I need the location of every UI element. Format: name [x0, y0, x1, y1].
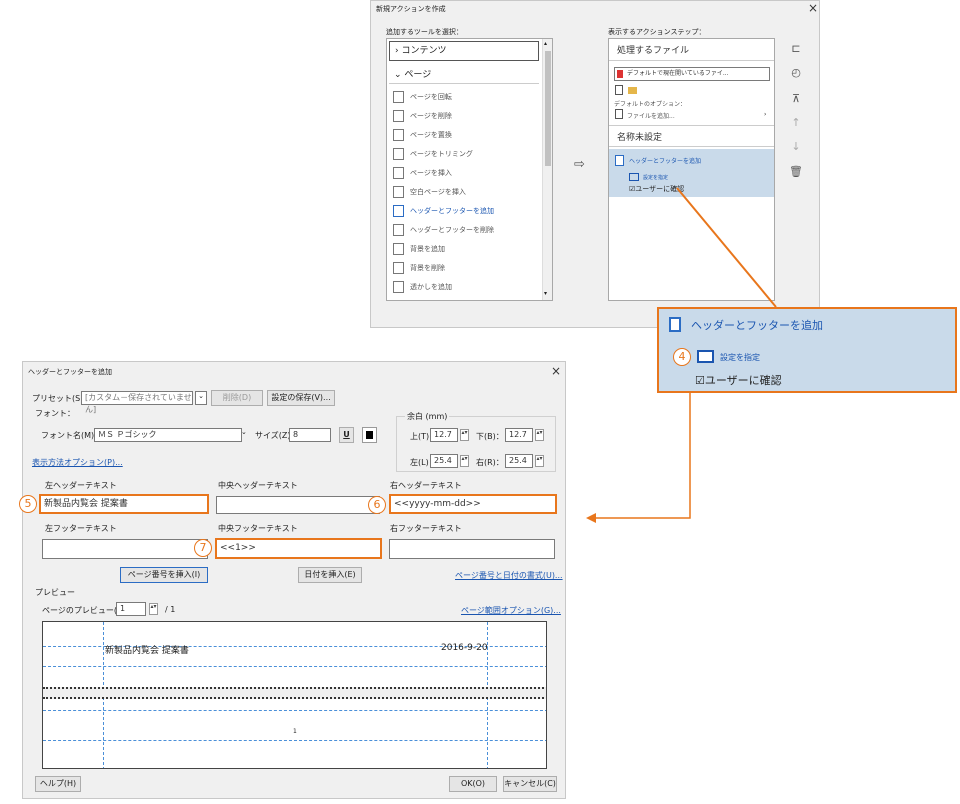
guide-line: [43, 666, 546, 667]
step-marker-5: 5: [19, 495, 37, 513]
dialog-title: ヘッダーとフッターを追加: [28, 368, 112, 376]
right-margin-label: 右(R)：: [476, 458, 504, 467]
left-margin-label: 左(L): [410, 458, 429, 467]
guide-line: [43, 710, 546, 711]
callout-prompt: ☑ユーザーに確認: [695, 374, 782, 387]
right-margin-input[interactable]: 25.4: [505, 454, 533, 468]
page-preview-spinner[interactable]: ▴▾: [149, 603, 158, 615]
chevron-down-icon[interactable]: ⌄: [195, 391, 207, 405]
page-total: / 1: [165, 605, 176, 614]
top-margin-label: 上(T): [410, 432, 430, 441]
close-icon[interactable]: ×: [551, 364, 561, 378]
center-header-label: 中央ヘッダーテキスト: [218, 481, 298, 490]
insert-page-number-button[interactable]: ページ番号を挿入(I): [120, 567, 208, 583]
left-margin-spinner[interactable]: ▴▾: [460, 455, 469, 467]
step-marker-6: 6: [368, 496, 386, 514]
margin-label: 余白 (mm): [405, 411, 450, 422]
preview-area: 新製品内覧会 提案書 2016-9-20 1: [42, 621, 547, 769]
display-options-link[interactable]: 表示方法オプション(P)...: [32, 457, 123, 468]
preview-footer-center: 1: [293, 728, 297, 735]
top-margin-spinner[interactable]: ▴▾: [460, 429, 469, 441]
right-footer-label: 右フッターテキスト: [390, 524, 462, 533]
center-header-input[interactable]: [216, 496, 380, 514]
right-margin-spinner[interactable]: ▴▾: [535, 455, 544, 467]
right-header-input[interactable]: <<yyyy-mm-dd>>: [389, 494, 557, 514]
font-name-label: フォント名(M)：: [41, 431, 103, 440]
left-header-input[interactable]: 新製品内覧会 提案書: [39, 494, 209, 514]
bottom-margin-spinner[interactable]: ▴▾: [535, 429, 544, 441]
page-date-format-link[interactable]: ページ番号と日付の書式(U)...: [455, 570, 563, 581]
callout-zoom: ヘッダーとフッターを追加 4 設定を指定 ☑ユーザーに確認: [657, 307, 957, 393]
left-footer-label: 左フッターテキスト: [45, 524, 117, 533]
page-preview-label: ページのプレビュー(E): [42, 606, 126, 615]
page-break: [43, 687, 546, 699]
preset-select[interactable]: [カスタム－保存されていません]: [81, 391, 193, 414]
bottom-margin-label: 下(B)：: [476, 432, 504, 441]
right-footer-input[interactable]: [389, 539, 555, 559]
cancel-button[interactable]: キャンセル(C): [503, 776, 557, 792]
save-settings-button[interactable]: 設定の保存(V)...: [267, 390, 335, 406]
delete-button[interactable]: 削除(D): [211, 390, 263, 406]
page-range-options-link[interactable]: ページ範囲オプション(G)...: [461, 605, 561, 616]
help-button[interactable]: ヘルプ(H): [35, 776, 81, 792]
step-marker-7: 7: [194, 539, 212, 557]
chevron-down-icon[interactable]: ⌄: [241, 428, 251, 442]
preview-label: プレビュー: [35, 588, 75, 597]
left-header-label: 左ヘッダーテキスト: [45, 481, 117, 490]
doc-icon: [669, 317, 681, 332]
color-picker[interactable]: [362, 427, 377, 443]
font-group-label: フォント：: [35, 409, 75, 418]
left-margin-input[interactable]: 25.4: [430, 454, 458, 468]
ok-button[interactable]: OK(O): [449, 776, 497, 792]
bottom-margin-input[interactable]: 12.7: [505, 428, 533, 442]
center-footer-input[interactable]: <<1>>: [215, 538, 382, 559]
preview-header-right: 2016-9-20: [441, 643, 488, 653]
top-margin-input[interactable]: 12.7: [430, 428, 458, 442]
size-select[interactable]: 8: [289, 428, 331, 442]
page-preview-input[interactable]: 1: [116, 602, 146, 616]
callout-specify: 設定を指定: [720, 353, 760, 362]
font-name-select[interactable]: ＭＳ Ｐゴシック: [94, 428, 242, 442]
callout-title: ヘッダーとフッターを追加: [691, 319, 823, 332]
preview-header-left: 新製品内覧会 提案書: [105, 646, 189, 656]
underline-button[interactable]: U: [339, 427, 354, 443]
center-footer-label: 中央フッターテキスト: [218, 524, 298, 533]
insert-date-button[interactable]: 日付を挿入(E): [298, 567, 362, 583]
header-footer-dialog: ヘッダーとフッターを追加 × プリセット(S)： [カスタム－保存されていません…: [19, 361, 566, 799]
step-marker-4: 4: [673, 348, 691, 366]
left-footer-input[interactable]: [42, 539, 208, 559]
right-header-label: 右ヘッダーテキスト: [390, 481, 462, 490]
settings-icon: [697, 350, 714, 363]
guide-line: [43, 740, 546, 741]
